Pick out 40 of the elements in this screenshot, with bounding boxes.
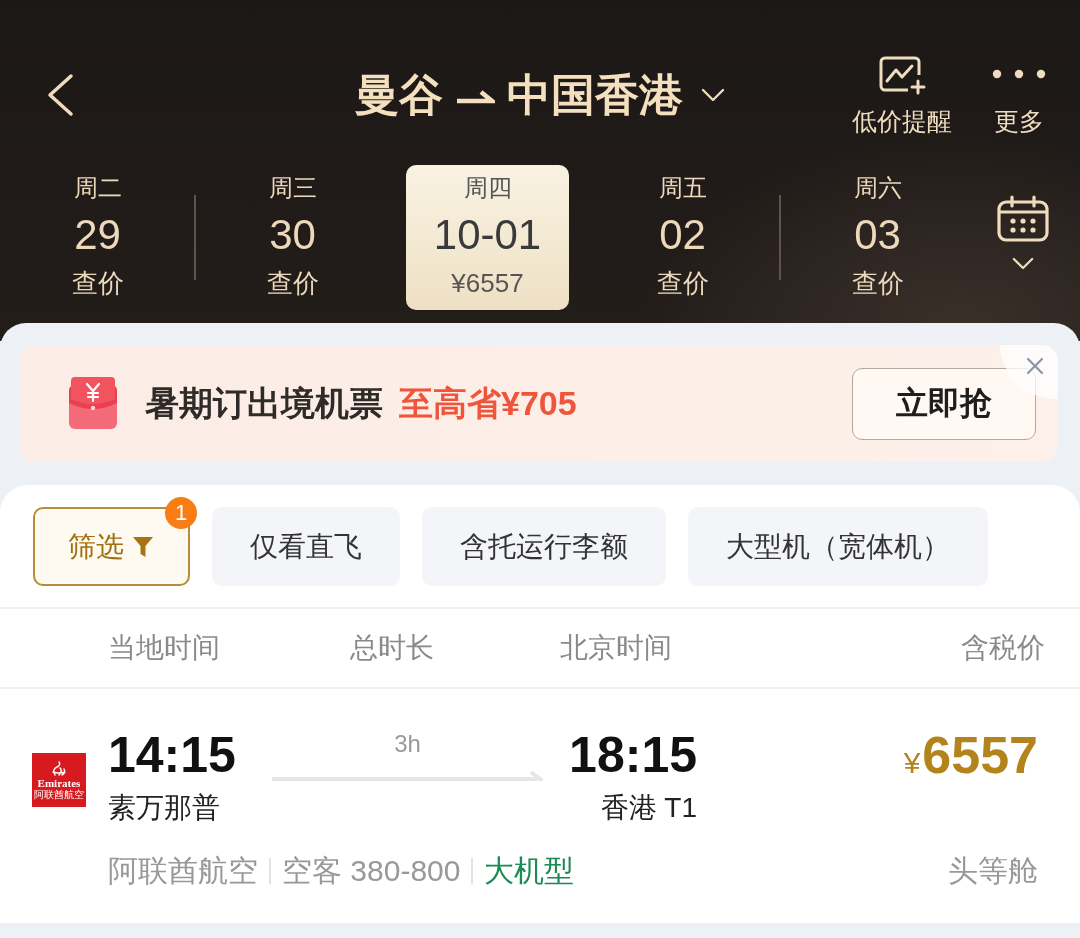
departure-time: 14:15: [108, 726, 237, 784]
calendar-icon[interactable]: [995, 195, 1050, 243]
count-badge: 1: [165, 497, 197, 529]
date-tab[interactable]: 周四 10-01 ¥6557: [406, 165, 569, 310]
logo-subname: 阿联酋航空: [34, 788, 84, 800]
filter-chip[interactable]: 大型机（宽体机）: [688, 507, 988, 586]
filter-chip[interactable]: 仅看直飞: [212, 507, 400, 586]
column-header: 当地时间: [108, 631, 220, 665]
chart-plus-icon: [878, 55, 926, 95]
date-tab[interactable]: 周六 03 查价: [796, 165, 959, 310]
column-header: 含税价: [961, 631, 1045, 665]
fare-price: ¥6557: [903, 726, 1038, 784]
funnel-icon: [132, 534, 154, 559]
more-dots-icon: [992, 69, 1046, 79]
aircraft-type: 空客 380-800: [282, 853, 461, 889]
back-icon[interactable]: [45, 73, 75, 117]
date-tab[interactable]: 周三 30 查价: [211, 165, 374, 310]
flight-duration: 3h: [394, 730, 421, 758]
expand-caret-icon[interactable]: [1011, 257, 1034, 270]
destination-city: 中国香港: [507, 73, 683, 117]
date-tab[interactable]: 周二 29 查价: [16, 165, 179, 310]
promo-highlight: 至高省¥705: [399, 382, 577, 424]
column-header: 总时长: [350, 631, 434, 665]
more-button[interactable]: 更多: [992, 55, 1046, 135]
promo-title: 暑期订出境机票: [145, 382, 383, 424]
close-icon[interactable]: [1000, 345, 1058, 399]
filter-chip[interactable]: 含托运行李额: [422, 507, 666, 586]
price-alert-button[interactable]: 低价提醒: [852, 55, 952, 135]
logo-name: Emirates: [37, 776, 81, 789]
arrival-time: 18:15: [569, 726, 697, 784]
cabin-class: 头等舱: [948, 853, 1038, 889]
date-tab[interactable]: 周五 02 查价: [601, 165, 764, 310]
departure-airport: 素万那普: [108, 791, 221, 825]
dropdown-caret-icon[interactable]: [701, 88, 725, 102]
origin-city: 曼谷: [355, 73, 443, 117]
aircraft-tag: 大机型: [484, 851, 575, 891]
airline-name: 阿联酋航空: [108, 853, 258, 889]
grab-button[interactable]: 立即抢: [852, 367, 1036, 440]
arrival-airport: 香港 T1: [600, 791, 697, 825]
column-header: 北京时间: [560, 631, 672, 665]
